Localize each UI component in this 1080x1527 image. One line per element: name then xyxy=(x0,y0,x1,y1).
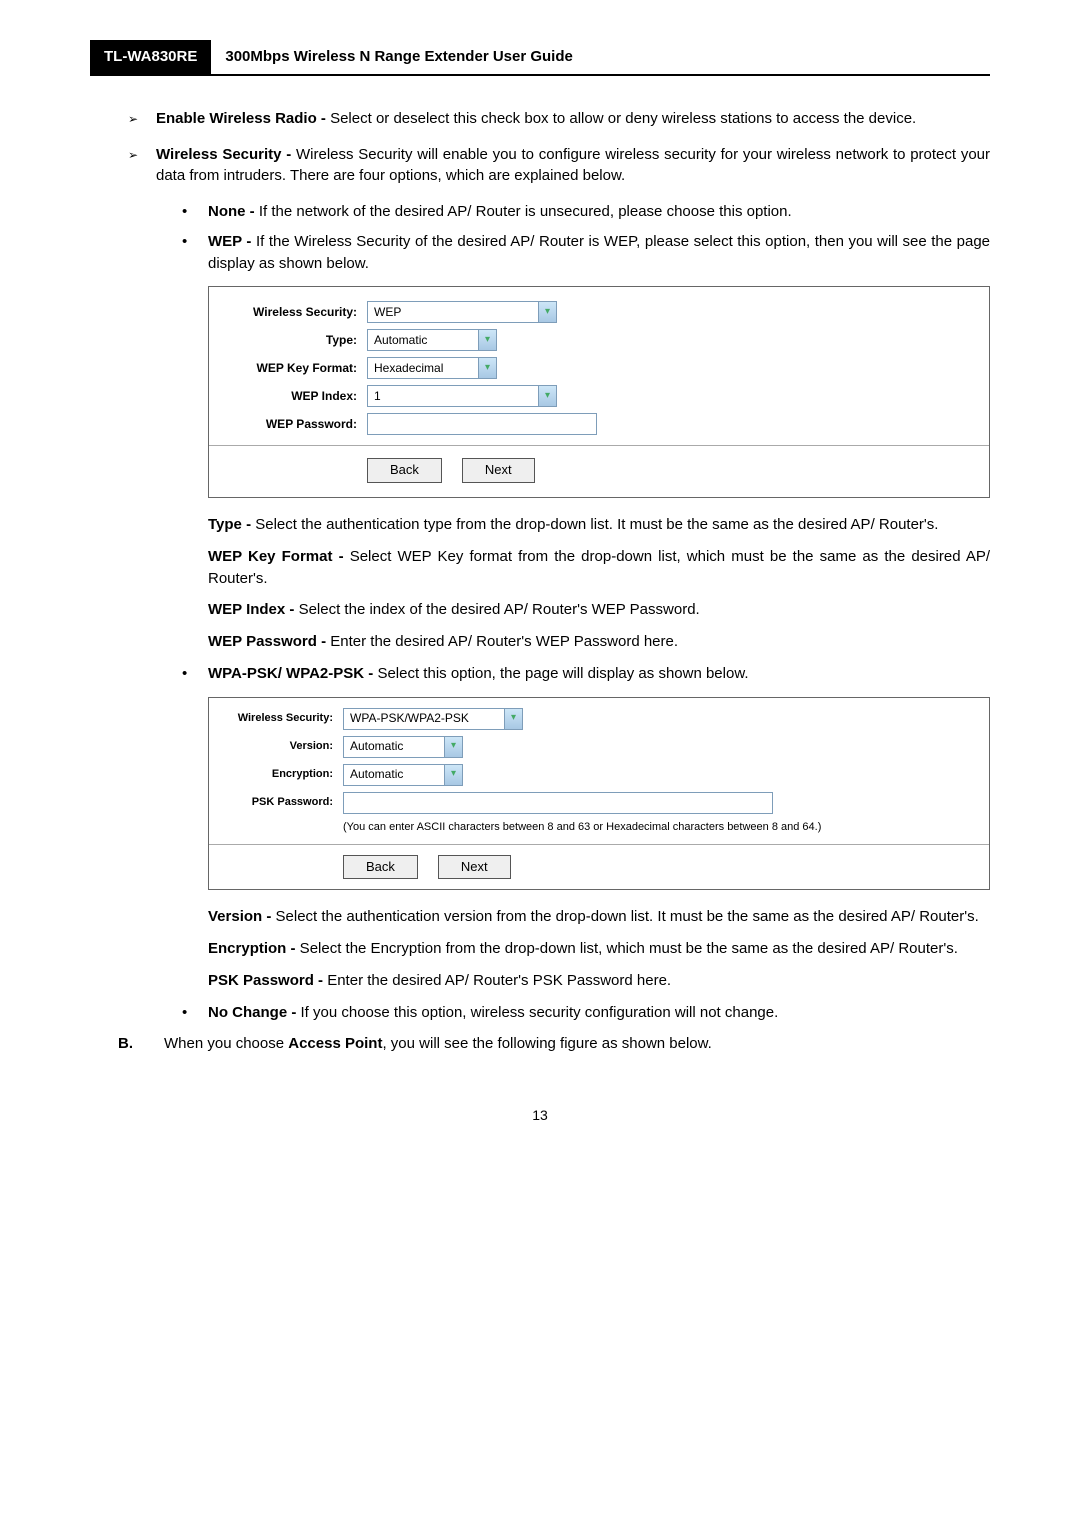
select-encryption[interactable]: Automatic ▾ xyxy=(343,764,463,786)
sub-no-change: • No Change - If you choose this option,… xyxy=(182,1002,990,1024)
divider xyxy=(209,844,989,845)
bullet-enable-radio: ➢ Enable Wireless Radio - Select or dese… xyxy=(128,108,990,130)
arrow-icon: ➢ xyxy=(128,108,156,130)
label-wep-index: WEP Index: xyxy=(227,388,367,405)
chevron-down-icon: ▾ xyxy=(478,358,496,378)
desc-psk-password: PSK Password - Enter the desired AP/ Rou… xyxy=(208,970,990,992)
input-psk-password[interactable] xyxy=(343,792,773,814)
bullet-text: Wireless Security - Wireless Security wi… xyxy=(156,144,990,188)
label-wireless-security: Wireless Security: xyxy=(227,304,367,321)
label-wep-key-format: WEP Key Format: xyxy=(227,360,367,377)
chevron-down-icon: ▾ xyxy=(538,302,556,322)
chevron-down-icon: ▾ xyxy=(504,709,522,729)
select-wireless-security[interactable]: WEP ▾ xyxy=(367,301,557,323)
step-letter: B. xyxy=(118,1033,164,1055)
desc-type: Type - Select the authentication type fr… xyxy=(208,514,990,536)
next-button[interactable]: Next xyxy=(462,458,535,483)
page-header: TL-WA830RE 300Mbps Wireless N Range Exte… xyxy=(90,40,990,76)
wpa-form-figure: Wireless Security: WPA-PSK/WPA2-PSK ▾ Ve… xyxy=(208,697,990,891)
sub-none: • None - If the network of the desired A… xyxy=(182,201,990,223)
header-model: TL-WA830RE xyxy=(90,40,211,74)
desc-wep-key-format: WEP Key Format - Select WEP Key format f… xyxy=(208,546,990,590)
back-button[interactable]: Back xyxy=(343,855,418,880)
label-type: Type: xyxy=(227,332,367,349)
select-wep-key-format[interactable]: Hexadecimal ▾ xyxy=(367,357,497,379)
dot-icon: • xyxy=(182,663,208,685)
chevron-down-icon: ▾ xyxy=(444,737,462,757)
dot-icon: • xyxy=(182,201,208,223)
divider xyxy=(209,445,989,446)
page-number: 13 xyxy=(90,1105,990,1125)
arrow-icon: ➢ xyxy=(128,144,156,188)
select-version[interactable]: Automatic ▾ xyxy=(343,736,463,758)
next-button[interactable]: Next xyxy=(438,855,511,880)
label-encryption: Encryption: xyxy=(223,767,343,783)
header-title: 300Mbps Wireless N Range Extender User G… xyxy=(211,40,586,74)
bullet-text: Enable Wireless Radio - Select or desele… xyxy=(156,108,990,130)
desc-wep-password: WEP Password - Enter the desired AP/ Rou… xyxy=(208,631,990,653)
back-button[interactable]: Back xyxy=(367,458,442,483)
chevron-down-icon: ▾ xyxy=(444,765,462,785)
select-wep-index[interactable]: 1 ▾ xyxy=(367,385,557,407)
bullet-wireless-security: ➢ Wireless Security - Wireless Security … xyxy=(128,144,990,188)
desc-wep-index: WEP Index - Select the index of the desi… xyxy=(208,599,990,621)
wep-form-figure: Wireless Security: WEP ▾ Type: Automatic… xyxy=(208,286,990,498)
psk-hint: (You can enter ASCII characters between … xyxy=(343,820,975,836)
input-wep-password[interactable] xyxy=(367,413,597,435)
select-type[interactable]: Automatic ▾ xyxy=(367,329,497,351)
desc-version: Version - Select the authentication vers… xyxy=(208,906,990,928)
dot-icon: • xyxy=(182,1002,208,1024)
desc-encryption: Encryption - Select the Encryption from … xyxy=(208,938,990,960)
label-version: Version: xyxy=(223,739,343,755)
select-wireless-security-wpa[interactable]: WPA-PSK/WPA2-PSK ▾ xyxy=(343,708,523,730)
label-wireless-security: Wireless Security: xyxy=(223,711,343,727)
dot-icon: • xyxy=(182,231,208,275)
step-b: B. When you choose Access Point, you wil… xyxy=(118,1033,990,1055)
label-wep-password: WEP Password: xyxy=(227,416,367,433)
label-psk-password: PSK Password: xyxy=(223,795,343,811)
chevron-down-icon: ▾ xyxy=(478,330,496,350)
sub-wpa: • WPA-PSK/ WPA2-PSK - Select this option… xyxy=(182,663,990,685)
chevron-down-icon: ▾ xyxy=(538,386,556,406)
sub-wep: • WEP - If the Wireless Security of the … xyxy=(182,231,990,275)
